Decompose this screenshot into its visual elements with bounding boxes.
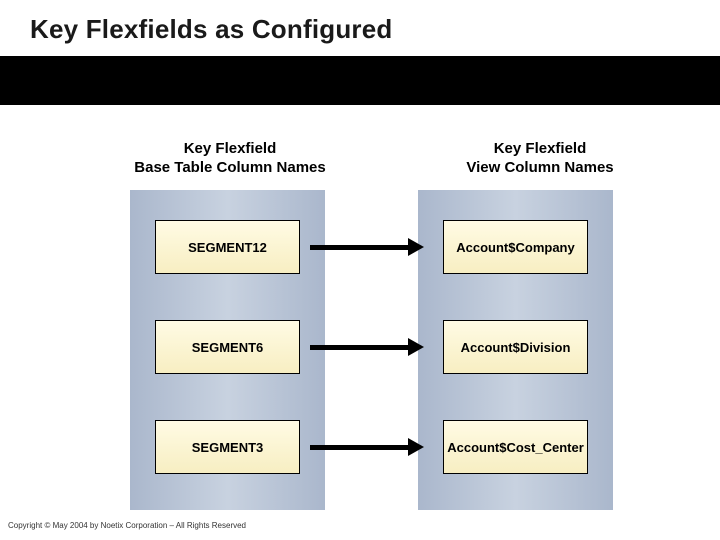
heading-line: Key Flexfield (494, 140, 587, 157)
mapping-arrow (310, 242, 428, 252)
right-column-heading: Key Flexfield View Column Names (420, 140, 660, 178)
heading-line: Key Flexfield (184, 140, 277, 157)
page-title: Key Flexfields as Configured (30, 14, 392, 45)
view-cell: Account$Division (443, 320, 588, 374)
left-column-heading: Key Flexfield Base Table Column Names (110, 140, 350, 178)
base-cell: SEGMENT12 (155, 220, 300, 274)
view-cell: Account$Company (443, 220, 588, 274)
logo-trademark: ® (688, 24, 694, 33)
right-panel: Account$Company Account$Division Account… (418, 190, 613, 510)
logo-text: NOETIX (609, 20, 687, 38)
mapping-arrow (310, 442, 428, 452)
logo-swirl-icon (583, 16, 609, 41)
base-cell: SEGMENT6 (155, 320, 300, 374)
heading-line: View Column Names (466, 159, 613, 176)
mapping-arrow (310, 342, 428, 352)
copyright-text: Copyright © May 2004 by Noetix Corporati… (8, 521, 246, 530)
logo: NOETIX ® (583, 16, 694, 41)
base-cell: SEGMENT3 (155, 420, 300, 474)
heading-line: Base Table Column Names (134, 159, 325, 176)
view-cell: Account$Cost_Center (443, 420, 588, 474)
left-panel: SEGMENT12 SEGMENT6 SEGMENT3 (130, 190, 325, 510)
